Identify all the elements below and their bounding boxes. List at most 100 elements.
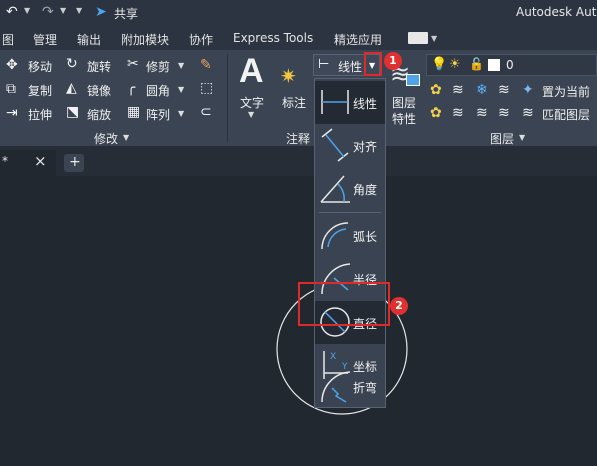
layer-on-icon[interactable]: ≋ [452, 106, 464, 120]
fillet-dropdown-icon[interactable]: ▼ [178, 85, 184, 94]
explode-icon[interactable]: ⬚ [200, 81, 213, 95]
erase-icon[interactable]: ✎ [200, 57, 212, 73]
array-dropdown-icon[interactable]: ▼ [178, 109, 184, 118]
set-current-button[interactable]: 置为当前 [542, 83, 590, 100]
text-button[interactable]: 文字 [240, 94, 264, 111]
fillet-button[interactable]: 圆角 [146, 82, 170, 99]
new-tab-button[interactable]: + [64, 154, 84, 172]
panel-toggle-dropdown-icon[interactable]: ▼ [431, 34, 437, 43]
sun-icon: ☀ [449, 57, 461, 72]
menu-item-arc-length[interactable]: 弧长 [315, 214, 385, 257]
tab-output[interactable]: 输出 [77, 31, 101, 48]
aligned-dim-icon [321, 128, 349, 162]
linear-dropdown-arrow-highlight[interactable]: ▼ [364, 52, 382, 76]
layer-off-icon[interactable]: ≋ [452, 83, 464, 97]
text-icon: A [239, 52, 264, 90]
callout-badge-1: 1 [384, 52, 402, 70]
mirror-button[interactable]: 镜像 [87, 82, 111, 99]
plus-icon: + [69, 154, 81, 170]
stretch-button[interactable]: 拉伸 [28, 106, 52, 123]
menu-item-label: 弧长 [353, 230, 378, 244]
menu-item-jogged[interactable]: 折弯 [315, 365, 385, 408]
layer-properties-button[interactable]: 图层 [392, 94, 416, 111]
title-bar: ↶ ▼ ↷ ▼ ▼ ➤ 共享 Autodesk Auto [0, 0, 597, 26]
jogged-icon [321, 371, 351, 403]
rotate-button[interactable]: 旋转 [87, 58, 111, 75]
diameter-highlight-box [298, 282, 390, 326]
layer-isolate-icon[interactable]: ✿ [430, 83, 442, 97]
arc-length-icon [321, 222, 349, 250]
undo-dropdown-icon[interactable]: ▼ [24, 6, 30, 15]
layer-properties-badge-icon [406, 74, 420, 86]
tab-manage[interactable]: 管理 [33, 31, 57, 48]
callout-badge-2: 2 [390, 297, 408, 315]
menu-item-label: 角度 [353, 183, 378, 197]
layers-panel-dropdown-icon[interactable]: ▼ [519, 133, 525, 142]
annotation-panel-title: 注释 [286, 132, 311, 146]
dimension-dropdown-menu: 线性 对齐 角度 弧长 半径 直径 X Y 坐标 折弯 [314, 78, 386, 408]
color-swatch-icon [488, 59, 500, 71]
move-button[interactable]: 移动 [28, 58, 52, 75]
layer-thaw-icon[interactable]: ≋ [476, 106, 488, 120]
trim-icon: ✂ [127, 56, 139, 72]
ribbon: ✥ 移动 ↻ 旋转 ✂ 修剪 ▼ ✎ ⧉ 复制 ◭ 镜像 ╭ 圆角 ▼ ⬚ ⇥ … [0, 50, 597, 146]
customize-dropdown-icon[interactable]: ▼ [76, 6, 82, 15]
layer-selector[interactable]: 💡 ☀ 🔓 0 [426, 54, 597, 76]
move-icon: ✥ [6, 57, 18, 73]
menu-item-aligned[interactable]: 对齐 [315, 124, 385, 167]
share-button[interactable]: 共享 [114, 5, 138, 22]
stretch-icon: ⇥ [6, 105, 18, 121]
dimension-icon: ✷ [280, 64, 297, 88]
angular-dim-icon [320, 175, 350, 203]
text-dropdown-icon[interactable]: ▼ [248, 110, 254, 119]
trim-button[interactable]: 修剪 [146, 58, 170, 75]
scale-icon: ⬔ [66, 104, 80, 120]
menu-item-angular[interactable]: 角度 [315, 167, 385, 210]
modify-panel-title: 修改 [94, 132, 119, 146]
copy-icon: ⧉ [6, 81, 16, 97]
set-current-icon: ✦ [522, 82, 534, 98]
chevron-down-icon[interactable]: ▼ [369, 61, 375, 70]
file-tab-bar: * × + [0, 146, 597, 176]
copy-button[interactable]: 复制 [28, 82, 52, 99]
share-icon[interactable]: ➤ [95, 4, 107, 20]
tab-modified-marker: * [2, 154, 8, 168]
offset-icon[interactable]: ⊂ [200, 105, 212, 119]
layers-panel-title: 图层 [490, 132, 515, 146]
dimension-button[interactable]: 标注 [282, 94, 306, 111]
undo-icon[interactable]: ↶ [6, 5, 18, 19]
svg-text:X: X [330, 352, 336, 362]
ribbon-tabs: 图 管理 输出 附加模块 协作 Express Tools 精选应用 ▼ [0, 26, 597, 50]
layer-freeze-icon[interactable]: ❄ [476, 83, 488, 97]
file-tab[interactable]: * × [0, 150, 56, 176]
layer-lock-icon[interactable]: ≋ [498, 83, 510, 97]
redo-icon[interactable]: ↷ [42, 5, 54, 19]
panel-divider [227, 54, 228, 142]
match-layer-button[interactable]: 匹配图层 [542, 106, 590, 123]
menu-item-label: 线性 [353, 97, 378, 111]
menu-item-label: 折弯 [353, 381, 378, 395]
linear-dim-menu-icon [321, 90, 349, 114]
layer-unlock-icon[interactable]: ≋ [498, 106, 510, 120]
panel-toggle-icon[interactable] [408, 32, 428, 44]
menu-item-linear[interactable]: 线性 [315, 81, 385, 124]
close-icon[interactable]: × [34, 152, 47, 170]
array-icon: ▦ [127, 104, 141, 120]
scale-button[interactable]: 缩放 [87, 106, 111, 123]
modify-panel-dropdown-icon[interactable]: ▼ [123, 133, 129, 142]
tab-view[interactable]: 图 [2, 31, 14, 48]
menu-item-label: 对齐 [353, 140, 378, 154]
redo-dropdown-icon[interactable]: ▼ [60, 6, 66, 15]
layer-properties-button-line2: 特性 [392, 112, 417, 126]
array-button[interactable]: 阵列 [146, 106, 170, 123]
layer-unisolate-icon[interactable]: ✿ [430, 106, 442, 120]
tab-collaborate[interactable]: 协作 [189, 31, 213, 48]
menu-separator [319, 212, 381, 213]
bulb-icon: 💡 [431, 57, 448, 72]
lock-icon: 🔓 [469, 57, 484, 71]
tab-express-tools[interactable]: Express Tools [233, 31, 313, 45]
tab-featured-apps[interactable]: 精选应用 [334, 31, 382, 48]
trim-dropdown-icon[interactable]: ▼ [178, 61, 184, 70]
tab-addins[interactable]: 附加模块 [121, 31, 169, 48]
match-layer-icon: ≋ [522, 105, 534, 121]
